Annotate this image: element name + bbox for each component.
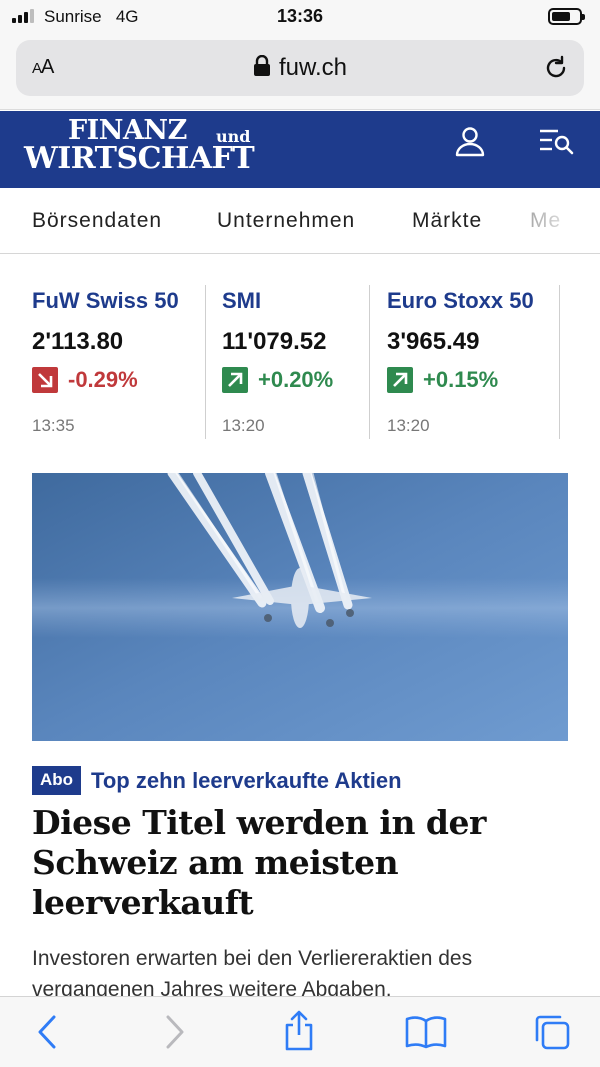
ticker-change-value: +0.15% [423, 367, 499, 392]
ticker-name: Euro Stoxx 50 [387, 288, 534, 313]
battery-icon [548, 8, 585, 25]
share-icon[interactable] [282, 1009, 316, 1051]
browser-address-area: AA fuw.ch [0, 34, 600, 110]
clock: 13:36 [276, 6, 324, 26]
ticker-value: 11'079.52 [222, 328, 327, 355]
ticker-divider [369, 285, 370, 439]
site-header: FINANZ und WIRTSCHAFT [0, 111, 600, 188]
logo-line-2: WIRTSCHAFT [24, 141, 255, 176]
ticker-smi[interactable]: SMI 11'079.52 +0.20% 13:20 [222, 288, 367, 440]
ticker-value: 2'113.80 [32, 328, 124, 355]
address-bar[interactable]: AA fuw.ch [16, 40, 584, 96]
kicker-text[interactable]: Top zehn leerverkaufte Aktien [91, 768, 402, 794]
nav-item-boersendaten[interactable]: Börsendaten [32, 209, 162, 233]
browser-toolbar [0, 996, 600, 1067]
ticker-change-value: -0.29% [68, 367, 138, 392]
nav-item-maerkte[interactable]: Märkte [412, 209, 482, 233]
site-logo[interactable]: FINANZ und WIRTSCHAFT [24, 115, 288, 181]
nav-item-unternehmen[interactable]: Unternehmen [217, 209, 355, 233]
bookmarks-icon[interactable] [405, 1015, 447, 1049]
user-icon[interactable] [454, 125, 486, 157]
ticker-name: FuW Swiss 50 [32, 288, 179, 313]
url-text: fuw.ch [278, 54, 348, 81]
back-icon[interactable] [34, 1013, 60, 1051]
ticker-divider [559, 285, 560, 439]
ticker-change: -0.29% [32, 367, 138, 393]
ticker-fuw-swiss-50[interactable]: FuW Swiss 50 2'113.80 -0.29% 13:35 [32, 288, 202, 440]
forward-icon[interactable] [162, 1013, 188, 1051]
arrow-up-icon [222, 367, 248, 393]
ticker-change: +0.15% [387, 367, 498, 393]
ticker-name: SMI [222, 288, 262, 313]
article-headline[interactable]: Diese Titel werden in der Schweiz am mei… [32, 803, 572, 923]
article-teaser[interactable]: Investoren erwarten bei den Verliererakt… [32, 943, 577, 997]
status-bar: Sunrise 4G 13:36 [0, 0, 600, 34]
lock-icon [253, 55, 270, 76]
article-image[interactable] [32, 473, 568, 741]
ticker-change: +0.20% [222, 367, 333, 393]
ticker-time: 13:20 [222, 416, 265, 435]
url-display[interactable]: fuw.ch [16, 54, 584, 82]
reload-icon[interactable] [542, 54, 570, 82]
article-kicker: Abo Top zehn leerverkaufte Aktien [32, 766, 402, 795]
battery-level [552, 12, 570, 21]
ticker-time: 13:20 [387, 416, 430, 435]
nav-fade [520, 188, 600, 252]
ticker-euro-stoxx-50[interactable]: Euro Stoxx 50 3'965.49 +0.15% 13:20 [387, 288, 557, 440]
abo-badge: Abo [32, 766, 82, 795]
section-nav: Börsendaten Unternehmen Märkte Me [0, 188, 600, 254]
arrow-up-icon [387, 367, 413, 393]
ticker-divider [205, 285, 206, 439]
ticker-time: 13:35 [32, 416, 75, 435]
menu-search-icon[interactable] [538, 127, 574, 157]
tabs-icon[interactable] [533, 1013, 571, 1051]
arrow-down-icon [32, 367, 58, 393]
ticker-value: 3'965.49 [387, 328, 480, 355]
ticker-change-value: +0.20% [258, 367, 334, 392]
airplane-contrails-image [32, 473, 568, 741]
